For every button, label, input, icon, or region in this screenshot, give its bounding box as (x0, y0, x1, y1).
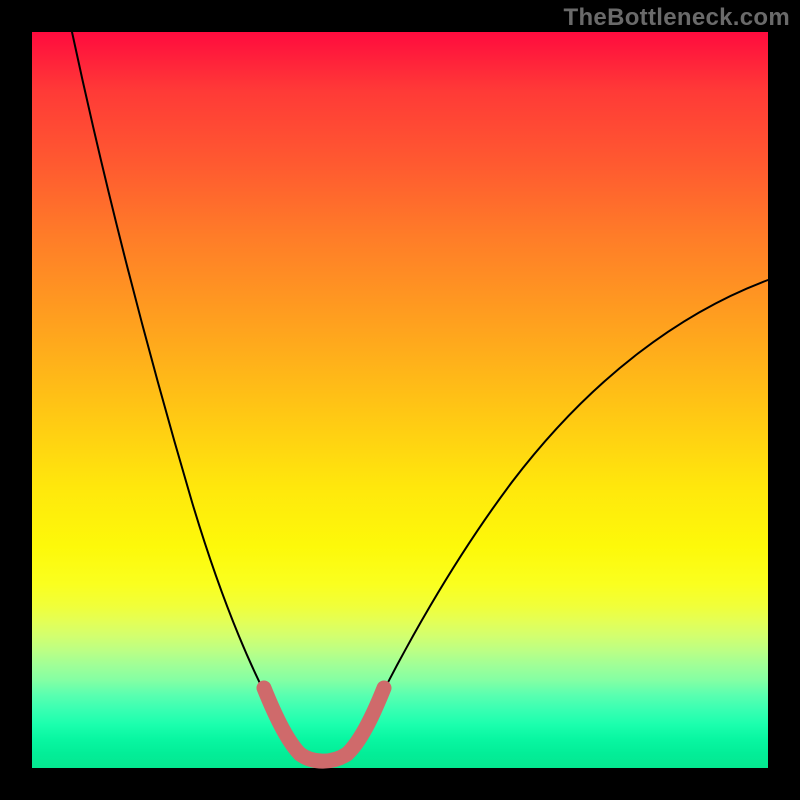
chart-container: TheBottleneck.com (0, 0, 800, 800)
curve-right-arm (366, 280, 768, 726)
plot-area (32, 32, 768, 768)
optimal-band-left (264, 688, 300, 754)
curve-left-arm (72, 32, 280, 722)
watermark-text: TheBottleneck.com (564, 4, 790, 32)
optimal-band-right (347, 688, 384, 754)
bottleneck-curve (32, 32, 768, 768)
